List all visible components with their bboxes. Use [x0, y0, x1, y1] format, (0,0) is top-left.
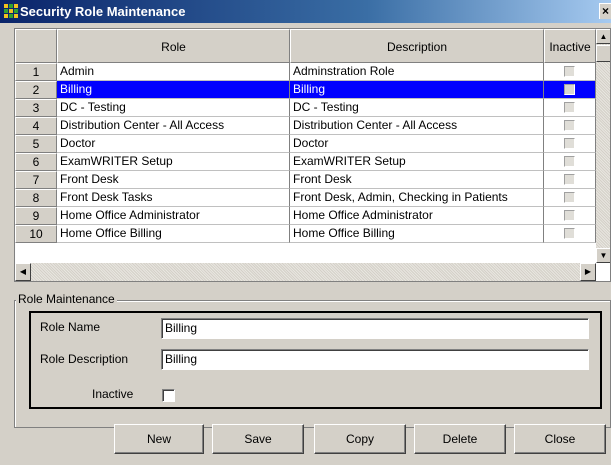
role-cell[interactable]: Home Office Administrator [57, 207, 290, 225]
table-row[interactable]: 5 Doctor Doctor [15, 135, 596, 153]
row-number-cell[interactable]: 6 [15, 153, 57, 171]
inactive-cell[interactable] [544, 189, 596, 207]
close-icon[interactable]: × [599, 3, 611, 19]
role-cell[interactable]: Front Desk Tasks [57, 189, 290, 207]
description-cell[interactable]: Home Office Administrator [290, 207, 544, 225]
row-number-cell[interactable]: 4 [15, 117, 57, 135]
inactive-cell[interactable] [544, 225, 596, 243]
table-row[interactable]: 6 ExamWRITER Setup ExamWRITER Setup [15, 153, 596, 171]
scroll-right-arrow-icon[interactable]: ▶ [580, 263, 596, 281]
description-cell[interactable]: Front Desk, Admin, Checking in Patients [290, 189, 544, 207]
inactive-cell[interactable] [544, 81, 596, 99]
table-row[interactable]: 7 Front Desk Front Desk [15, 171, 596, 189]
description-cell[interactable]: Doctor [290, 135, 544, 153]
description-cell[interactable]: Adminstration Role [290, 63, 544, 81]
row-number-cell[interactable]: 1 [15, 63, 57, 81]
inactive-cell[interactable] [544, 63, 596, 81]
description-column-header[interactable]: Description [290, 29, 544, 63]
table-row[interactable]: 4 Distribution Center - All Access Distrib… [15, 117, 596, 135]
inactive-cell[interactable] [544, 99, 596, 117]
table-row[interactable]: 9 Home Office Administrator Home Office Ad… [15, 207, 596, 225]
inactive-row-checkbox[interactable] [564, 192, 575, 203]
inactive-row-checkbox[interactable] [564, 84, 575, 95]
role-name-label: Role Name [40, 320, 101, 334]
table-row[interactable]: 3 DC - Testing DC - Testing [15, 99, 596, 117]
role-cell[interactable]: Front Desk [57, 171, 290, 189]
table-row[interactable]: 1 Admin Adminstration Role [15, 63, 596, 81]
description-cell[interactable]: Front Desk [290, 171, 544, 189]
delete-button[interactable]: Delete [414, 424, 506, 454]
description-cell[interactable]: ExamWRITER Setup [290, 153, 544, 171]
table-row[interactable]: 2 Billing Billing [15, 81, 596, 99]
table-row[interactable]: 10 Home Office Billing Home Office Billing [15, 225, 596, 243]
inactive-row-checkbox[interactable] [564, 156, 575, 167]
row-number-cell[interactable]: 9 [15, 207, 57, 225]
inactive-row-checkbox[interactable] [564, 228, 575, 239]
copy-button[interactable]: Copy [314, 424, 406, 454]
row-number-cell[interactable]: 2 [15, 81, 57, 99]
role-cell[interactable]: DC - Testing [57, 99, 290, 117]
inactive-row-checkbox[interactable] [564, 174, 575, 185]
scroll-down-arrow-icon[interactable]: ▼ [596, 248, 610, 263]
role-cell[interactable]: ExamWRITER Setup [57, 153, 290, 171]
inactive-checkbox[interactable] [162, 389, 175, 402]
inactive-cell[interactable] [544, 207, 596, 225]
scroll-left-arrow-icon[interactable]: ◀ [15, 263, 31, 281]
row-number-cell[interactable]: 5 [15, 135, 57, 153]
inactive-column-header[interactable]: Inactive [544, 29, 596, 63]
scroll-up-arrow-icon[interactable]: ▲ [596, 29, 610, 44]
inactive-row-checkbox[interactable] [564, 210, 575, 221]
role-description-field[interactable]: Billing [161, 349, 589, 370]
role-column-header[interactable]: Role [57, 29, 290, 63]
role-cell[interactable]: Billing [57, 81, 290, 99]
save-button[interactable]: Save [212, 424, 304, 454]
group-label: Role Maintenance [16, 292, 117, 306]
scroll-thumb[interactable] [596, 45, 610, 62]
table-row[interactable]: 8 Front Desk Tasks Front Desk, Admin, Chec… [15, 189, 596, 207]
description-cell[interactable]: Billing [290, 81, 544, 99]
close-button[interactable]: Close [514, 424, 606, 454]
description-cell[interactable]: Distribution Center - All Access [290, 117, 544, 135]
inactive-row-checkbox[interactable] [564, 138, 575, 149]
inactive-cell[interactable] [544, 171, 596, 189]
new-button[interactable]: New [114, 424, 204, 454]
inactive-cell[interactable] [544, 153, 596, 171]
grid-header: Role Description Inactive [15, 29, 596, 63]
window-title: Security Role Maintenance [20, 4, 186, 19]
role-description-label: Role Description [40, 352, 129, 366]
vertical-scrollbar[interactable]: ▲ ▼ [596, 29, 610, 263]
inactive-cell[interactable] [544, 117, 596, 135]
row-number-cell[interactable]: 10 [15, 225, 57, 243]
inactive-row-checkbox[interactable] [564, 66, 575, 77]
row-number-header[interactable] [15, 29, 57, 63]
role-cell[interactable]: Admin [57, 63, 290, 81]
description-cell[interactable]: DC - Testing [290, 99, 544, 117]
inactive-label: Inactive [92, 387, 134, 401]
role-name-field[interactable]: Billing [161, 318, 589, 339]
inactive-row-checkbox[interactable] [564, 102, 575, 113]
app-icon [3, 3, 19, 19]
role-cell[interactable]: Home Office Billing [57, 225, 290, 243]
description-cell[interactable]: Home Office Billing [290, 225, 544, 243]
roles-grid: Role Description Inactive 1 Admin Adminstr… [14, 28, 611, 282]
row-number-cell[interactable]: 8 [15, 189, 57, 207]
role-cell[interactable]: Doctor [57, 135, 290, 153]
inactive-row-checkbox[interactable] [564, 120, 575, 131]
title-bar: Security Role Maintenance × [0, 0, 611, 23]
row-number-cell[interactable]: 3 [15, 99, 57, 117]
role-cell[interactable]: Distribution Center - All Access [57, 117, 290, 135]
inactive-cell[interactable] [544, 135, 596, 153]
horizontal-scrollbar[interactable]: ◀ ▶ [15, 263, 596, 281]
row-number-cell[interactable]: 7 [15, 171, 57, 189]
